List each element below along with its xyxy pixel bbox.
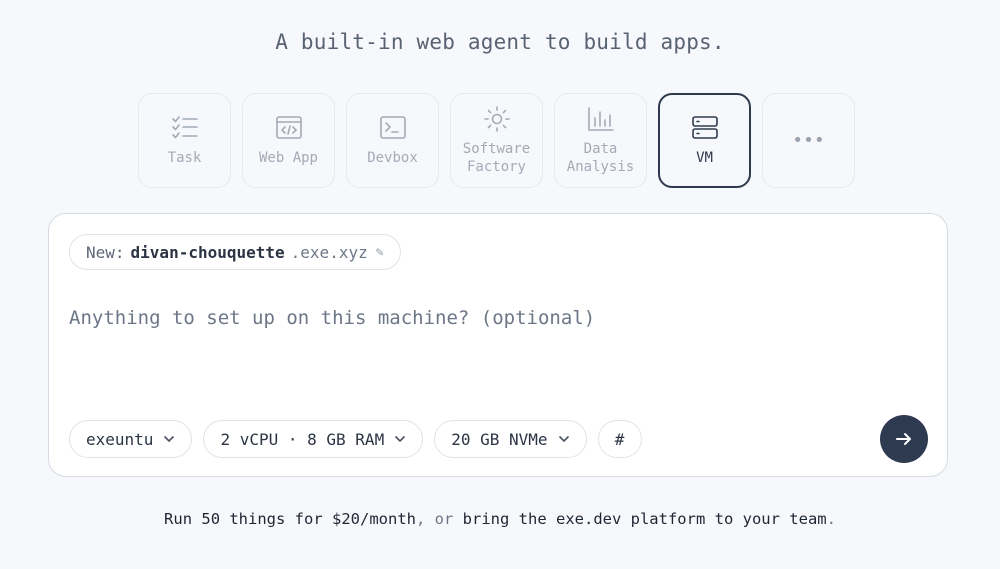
sun-gear-icon [483, 105, 511, 132]
page-headline: A built-in web agent to build apps. [275, 30, 725, 54]
machine-domain-suffix: .exe.xyz [290, 242, 368, 262]
machine-name-pill[interactable]: New: divan-chouquette .exe.xyz ✎ [69, 234, 401, 270]
disk-select-value: 20 GB NVMe [451, 429, 548, 449]
size-select[interactable]: 2 vCPU · 8 GB RAM [203, 420, 424, 458]
machine-options: exeuntu 2 vCPU · 8 GB RAM 20 GB NVMe # [69, 420, 642, 458]
bar-chart-icon [587, 106, 615, 132]
tile-task-label: Task [167, 149, 202, 166]
tile-software-factory-label: Software Factory [462, 140, 531, 175]
footer-separator: , or [416, 510, 463, 528]
tile-more[interactable]: ••• [762, 93, 855, 188]
checklist-icon [171, 115, 199, 141]
submit-button[interactable] [880, 415, 928, 463]
machine-name: divan-chouquette [130, 242, 285, 262]
machine-name-prefix: New: [86, 242, 125, 262]
hash-icon: # [614, 429, 625, 449]
chevron-down-icon [394, 435, 406, 443]
team-platform-link[interactable]: bring the exe.dev platform to your team [463, 510, 827, 528]
chevron-down-icon [558, 435, 570, 443]
tile-vm[interactable]: VM [658, 93, 751, 188]
tile-vm-label: VM [696, 149, 713, 166]
server-stack-icon [691, 115, 719, 141]
tile-data-analysis[interactable]: Data Analysis [554, 93, 647, 188]
tile-data-analysis-label: Data Analysis [566, 140, 635, 175]
more-icon: ••• [792, 129, 825, 151]
footer-period: . [826, 510, 836, 528]
prompt-panel: New: divan-chouquette .exe.xyz ✎ exeuntu… [48, 213, 948, 477]
disk-select[interactable]: 20 GB NVMe [434, 420, 587, 458]
size-select-value: 2 vCPU · 8 GB RAM [220, 429, 385, 449]
chevron-down-icon [163, 435, 175, 443]
pricing-footer: Run 50 things for $20/month, or bring th… [0, 510, 1000, 528]
tile-devbox-label: Devbox [367, 149, 418, 166]
tile-task[interactable]: Task [138, 93, 231, 188]
tile-devbox[interactable]: Devbox [346, 93, 439, 188]
browser-code-icon [275, 115, 303, 141]
terminal-icon [379, 115, 407, 141]
image-select[interactable]: exeuntu [69, 420, 193, 458]
tile-web-app[interactable]: Web App [242, 93, 335, 188]
mode-selector: Task Web App Devbox Software Factory Dat… [138, 93, 855, 188]
arrow-right-icon [896, 433, 911, 445]
setup-prompt-input[interactable] [69, 300, 909, 336]
pencil-icon[interactable]: ✎ [376, 245, 384, 260]
pricing-link[interactable]: Run 50 things for $20/month [164, 510, 416, 528]
hash-button[interactable]: # [597, 420, 642, 458]
image-select-value: exeuntu [86, 429, 154, 449]
tile-web-app-label: Web App [258, 149, 318, 166]
tile-software-factory[interactable]: Software Factory [450, 93, 543, 188]
